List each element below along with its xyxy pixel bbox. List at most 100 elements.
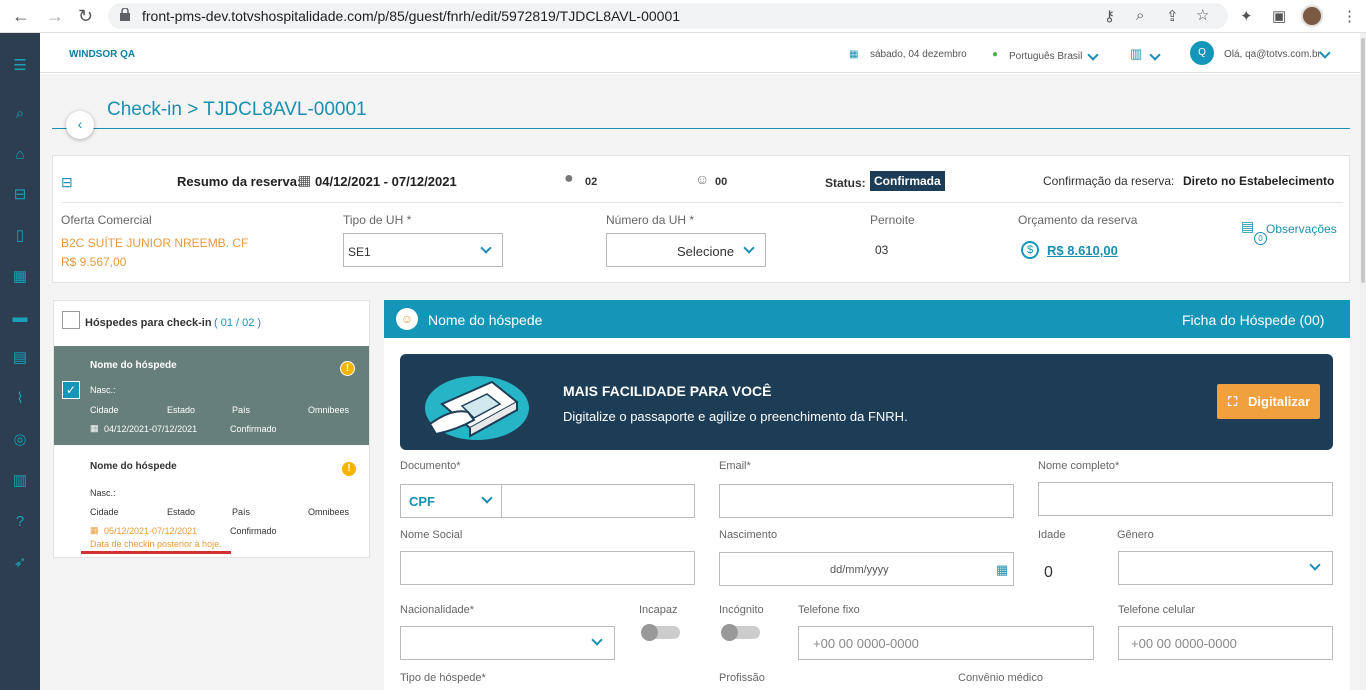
child-icon: ☺	[695, 171, 710, 187]
calendar-icon[interactable]: ▦	[996, 562, 1008, 578]
calendar-icon[interactable]: ▦	[11, 268, 29, 286]
uh-type-label: Tipo de UH *	[343, 213, 412, 227]
birth-placeholder: dd/mm/yyyy	[830, 564, 889, 576]
offer-label: Oferta Comercial	[61, 213, 152, 227]
fullname-input[interactable]	[1038, 482, 1333, 516]
calendar-icon: ▦	[90, 423, 99, 433]
scan-button[interactable]: ⛶ Digitalizar	[1217, 384, 1320, 419]
back-arrow-icon[interactable]: ←	[12, 6, 30, 27]
notes-link[interactable]: Observações	[1266, 222, 1337, 236]
uh-type-select[interactable]: SE1	[343, 233, 503, 267]
bed-icon[interactable]: ⊟	[11, 186, 29, 204]
room-icon[interactable]: ▬	[11, 309, 29, 327]
document-type-select[interactable]: CPF	[400, 484, 502, 518]
globe-icon: ●	[992, 49, 999, 60]
guest-type-label: Tipo de hóspede*	[400, 672, 486, 684]
menu-icon[interactable]: ☰	[11, 57, 29, 75]
fullname-label: Nome completo*	[1038, 460, 1120, 472]
luggage-icon[interactable]: ▯	[11, 227, 29, 245]
building-icon[interactable]: ▥	[1130, 46, 1142, 62]
mobile-input[interactable]: +00 00 0000-0000	[1118, 626, 1333, 660]
incapaz-toggle[interactable]	[641, 624, 680, 641]
current-date: sábado, 04 dezembro	[870, 49, 967, 60]
scan-icon: ⛶	[1228, 394, 1238, 409]
chevron-down-icon[interactable]	[1149, 49, 1161, 61]
adult-icon: ●	[564, 170, 574, 187]
language-select[interactable]: Português Brasil	[1009, 51, 1082, 62]
select-all-checkbox[interactable]	[62, 311, 80, 329]
rocket-icon[interactable]: ➶	[11, 554, 29, 572]
help-icon[interactable]: ?	[11, 513, 29, 531]
calendar-small-icon: ▦	[849, 49, 859, 60]
nationality-select[interactable]	[400, 626, 615, 660]
back-button[interactable]: ‹	[66, 111, 94, 139]
phone-placeholder: +00 00 0000-0000	[813, 636, 919, 651]
card-divider	[61, 202, 1343, 203]
health-plan-label: Convênio médico	[958, 672, 1043, 684]
forward-arrow-icon[interactable]: →	[46, 6, 64, 27]
zoom-icon[interactable]: ⌕	[1136, 7, 1144, 24]
guest-name: Nome do hóspede	[90, 461, 177, 472]
guest-state: Estado	[167, 507, 196, 517]
offer-name: B2C SUÍTE JUNIOR NREEMB. CF	[61, 236, 249, 250]
user-greeting[interactable]: Olá, qa@totvs.com.br	[1224, 49, 1321, 60]
uh-number-select[interactable]: Selecione	[606, 233, 766, 267]
home-icon[interactable]: ⌂	[11, 146, 29, 164]
star-icon[interactable]: ☆	[1196, 6, 1209, 24]
address-bar[interactable]: front-pms-dev.totvshospitalidade.com/p/8…	[108, 3, 1228, 29]
email-label: Email*	[719, 460, 751, 472]
guest-dates: 05/12/2021-07/12/2021	[104, 526, 198, 536]
incognito-label: Incógnito	[719, 604, 764, 616]
search-icon[interactable]: ⌕	[11, 105, 29, 123]
reservation-card: ⊟ Resumo da reserva: ▦ 04/12/2021 - 07/1…	[52, 155, 1350, 283]
user-avatar[interactable]: Q	[1190, 41, 1214, 65]
extensions-icon[interactable]: ✦	[1240, 7, 1253, 25]
budget-link[interactable]: R$ 8.610,00	[1047, 243, 1118, 258]
phone-input[interactable]: +00 00 0000-0000	[798, 626, 1094, 660]
comment-icon[interactable]: ▤	[1241, 218, 1254, 235]
guest-birth: Nasc.:	[90, 385, 116, 395]
guest-card-selected[interactable]: Nome do hóspede ! ✓ Nasc.: Cidade Estado…	[54, 346, 369, 445]
scrollbar-thumb[interactable]	[1361, 38, 1365, 283]
reload-icon[interactable]: ↻	[78, 6, 93, 27]
social-name-input[interactable]	[400, 551, 695, 585]
checkin-warning: Data de checkin posterior à hoje.	[90, 539, 222, 549]
target-icon[interactable]: ◎	[11, 431, 29, 449]
incapaz-label: Incapaz	[639, 604, 678, 616]
menu-dots-icon[interactable]: ⋮	[1342, 7, 1357, 25]
alert-icon: !	[342, 462, 356, 476]
scan-promo-banner: MAIS FACILIDADE PARA VOCÊ Digitalize o p…	[400, 354, 1333, 450]
document-number-input[interactable]	[501, 484, 695, 518]
report-icon[interactable]: ▥	[11, 472, 29, 490]
alert-icon: !	[340, 361, 355, 376]
scan-button-label: Digitalizar	[1248, 394, 1311, 409]
share-icon[interactable]: ⇪	[1166, 7, 1179, 25]
birth-date-input[interactable]: dd/mm/yyyy ▦	[719, 552, 1014, 586]
incognito-toggle[interactable]	[721, 624, 760, 641]
chevron-down-icon[interactable]	[1087, 49, 1099, 61]
email-input[interactable]	[719, 484, 1014, 518]
sidepanel-icon[interactable]: ▣	[1272, 7, 1286, 25]
age-value: 0	[1044, 564, 1053, 581]
age-label: Idade	[1038, 529, 1066, 541]
children-count: 00	[715, 176, 728, 188]
calendar-icon: ▦	[90, 525, 99, 535]
chevron-down-icon[interactable]	[1319, 47, 1331, 59]
chart-icon[interactable]: ⌇	[11, 390, 29, 408]
warning-underline	[81, 551, 231, 554]
document-icon[interactable]: ▤	[11, 349, 29, 367]
key-icon[interactable]: ⚷	[1104, 7, 1115, 25]
guest-sheet-label[interactable]: Ficha do Hóspede (00)	[1182, 312, 1324, 328]
guest-status: Confirmado	[230, 526, 277, 536]
birth-label: Nascimento	[719, 529, 778, 541]
guest-card[interactable]: Nome do hóspede ! Nasc.: Cidade Estado P…	[54, 448, 369, 556]
guest-list: Hóspedes para check-in ( 01 / 02 ) Nome …	[53, 300, 370, 558]
scanner-illustration-icon	[425, 376, 529, 440]
guest-city: Cidade	[90, 405, 119, 415]
uh-type-value: SE1	[348, 245, 371, 259]
guest-checkbox[interactable]: ✓	[62, 381, 80, 399]
gender-select[interactable]	[1118, 551, 1333, 585]
uh-number-label: Número da UH *	[606, 213, 695, 227]
uh-number-value: Selecione	[677, 244, 735, 259]
profile-avatar[interactable]	[1301, 5, 1323, 27]
